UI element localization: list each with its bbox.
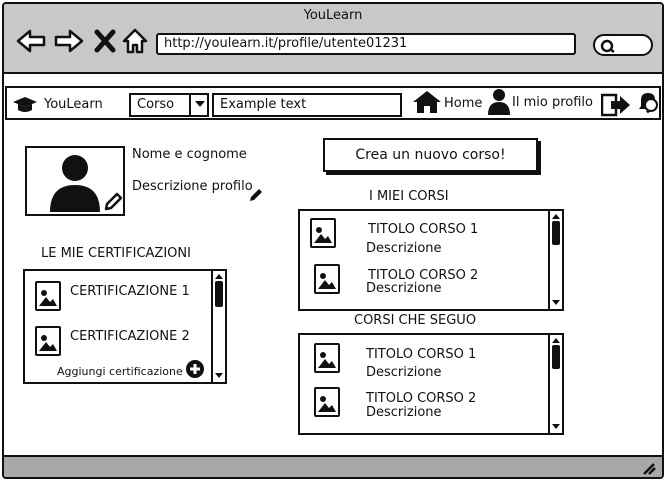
- scroll-down-icon[interactable]: [551, 424, 561, 430]
- scrollbar[interactable]: [548, 211, 562, 309]
- browser-search-field[interactable]: [593, 34, 653, 56]
- profile-name: Nome e cognome: [132, 147, 247, 162]
- course-title[interactable]: TITOLO CORSO 1: [366, 347, 476, 362]
- browser-window: YouLearn http://youlearn.it/profile/uten…: [2, 2, 664, 479]
- edit-photo-icon[interactable]: [103, 192, 123, 212]
- my-courses-heading: I MIEI CORSI: [369, 189, 449, 204]
- avatar-icon: [50, 155, 100, 212]
- scroll-down-icon[interactable]: [551, 300, 561, 306]
- status-bar: [4, 455, 662, 477]
- home-link[interactable]: Home: [444, 96, 482, 111]
- certification-image-icon: [35, 326, 61, 356]
- course-image-icon: [314, 264, 340, 294]
- notification-bell-icon[interactable]: [636, 90, 660, 116]
- create-course-button[interactable]: Crea un nuovo corso!: [323, 138, 538, 172]
- search-input[interactable]: Example text: [212, 93, 402, 117]
- course-image-icon: [314, 387, 340, 417]
- forward-icon[interactable]: [54, 28, 84, 54]
- resize-grip-icon[interactable]: [640, 461, 656, 475]
- course-title[interactable]: TITOLO CORSO 1: [368, 222, 478, 237]
- certification-image-icon: [35, 281, 61, 311]
- back-icon[interactable]: [16, 28, 46, 54]
- chevron-down-icon: [195, 101, 205, 107]
- scroll-down-icon[interactable]: [214, 373, 224, 379]
- course-image-icon: [310, 218, 336, 248]
- search-icon: [600, 39, 615, 53]
- browser-toolbar: YouLearn http://youlearn.it/profile/uten…: [4, 4, 662, 74]
- course-image-icon: [314, 343, 340, 373]
- course-description: Descrizione: [366, 365, 442, 380]
- scroll-thumb[interactable]: [215, 281, 223, 307]
- scroll-up-icon[interactable]: [551, 213, 561, 219]
- home-icon[interactable]: [122, 28, 148, 54]
- list-item[interactable]: CERTIFICAZIONE 2: [70, 329, 190, 344]
- course-description: Descrizione: [366, 281, 442, 296]
- profile-picture[interactable]: [25, 146, 125, 216]
- certifications-panel: CERTIFICAZIONE 1 CERTIFICAZIONE 2 Aggiun…: [23, 269, 227, 384]
- user-icon[interactable]: [486, 88, 512, 116]
- course-title[interactable]: TITOLO CORSO 2: [366, 391, 476, 406]
- scroll-up-icon[interactable]: [551, 337, 561, 343]
- my-profile-link[interactable]: Il mio profilo: [512, 95, 593, 110]
- list-item[interactable]: CERTIFICAZIONE 1: [70, 284, 190, 299]
- certifications-heading: LE MIE CERTIFICAZIONI: [41, 246, 191, 261]
- profile-description: Descrizione profilo: [132, 179, 253, 194]
- course-description: Descrizione: [366, 405, 442, 420]
- logout-icon[interactable]: [601, 93, 631, 117]
- scroll-up-icon[interactable]: [214, 273, 224, 279]
- graduation-cap-icon: [13, 97, 37, 112]
- address-bar[interactable]: http://youlearn.it/profile/utente01231: [156, 33, 576, 55]
- add-certification-link[interactable]: Aggiungi certificazione: [57, 365, 183, 378]
- close-icon[interactable]: [94, 28, 116, 54]
- brand-name[interactable]: YouLearn: [44, 97, 103, 112]
- followed-courses-panel: TITOLO CORSO 1 Descrizione TITOLO CORSO …: [298, 333, 564, 435]
- scrollbar[interactable]: [548, 335, 562, 433]
- add-icon[interactable]: [185, 359, 205, 379]
- scroll-thumb[interactable]: [552, 221, 560, 245]
- course-description: Descrizione: [366, 241, 442, 256]
- my-courses-panel: TITOLO CORSO 1 Descrizione TITOLO CORSO …: [298, 209, 564, 311]
- select-dropdown-button[interactable]: [189, 93, 209, 117]
- scrollbar[interactable]: [211, 271, 225, 382]
- window-title: YouLearn: [303, 8, 363, 23]
- edit-description-icon[interactable]: [248, 187, 264, 203]
- home-nav-icon[interactable]: [412, 90, 442, 114]
- followed-courses-heading: CORSI CHE SEGUO: [354, 313, 477, 328]
- scroll-thumb[interactable]: [552, 345, 560, 369]
